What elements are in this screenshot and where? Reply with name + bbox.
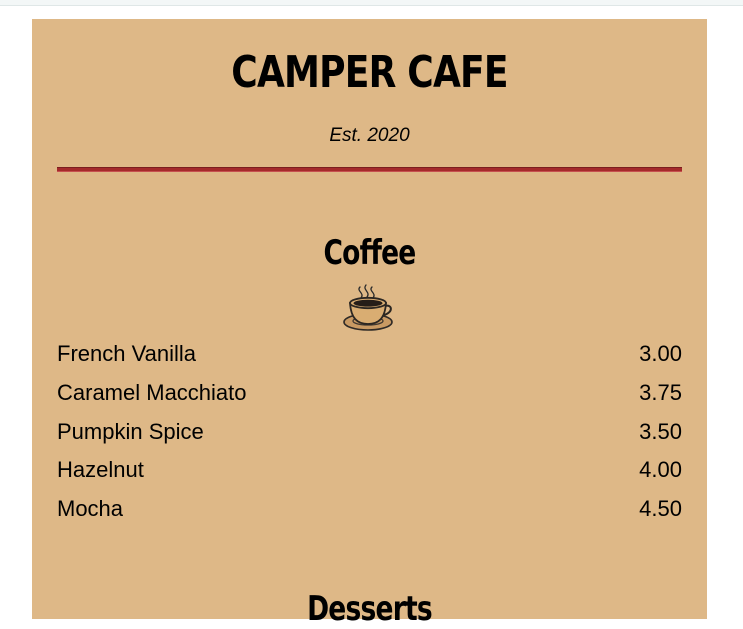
menu-item: French Vanilla 3.00 [57,338,682,377]
menu-card: CAMPER CAFE Est. 2020 Coffee French Vani… [32,19,707,629]
coffee-item-list: French Vanilla 3.00 Caramel Macchiato 3.… [57,338,682,532]
menu-item: Hazelnut 4.00 [57,454,682,493]
item-price: 3.00 [639,341,682,366]
item-price: 4.50 [639,496,682,522]
coffee-cup-icon [343,284,393,331]
header-divider [57,167,682,172]
coffee-section-title: Coffee [323,233,416,274]
item-name: Caramel Macchiato [57,379,247,405]
item-price: 4.00 [639,457,682,483]
item-price: 3.75 [639,379,682,405]
item-price: 3.50 [639,418,682,444]
menu-item: Mocha 4.50 [57,493,682,532]
menu-item: Pumpkin Spice 3.50 [57,416,682,455]
browser-top-edge [0,0,743,6]
item-name: Hazelnut [57,457,144,483]
menu-item: Caramel Macchiato 3.75 [57,377,682,416]
established-text: Est. 2020 [329,125,410,146]
cafe-title: CAMPER CAFE [231,47,508,98]
item-name: French Vanilla [57,341,196,366]
item-name: Mocha [57,496,124,522]
desserts-section-title: Desserts [307,589,433,629]
item-name: Pumpkin Spice [57,418,204,444]
